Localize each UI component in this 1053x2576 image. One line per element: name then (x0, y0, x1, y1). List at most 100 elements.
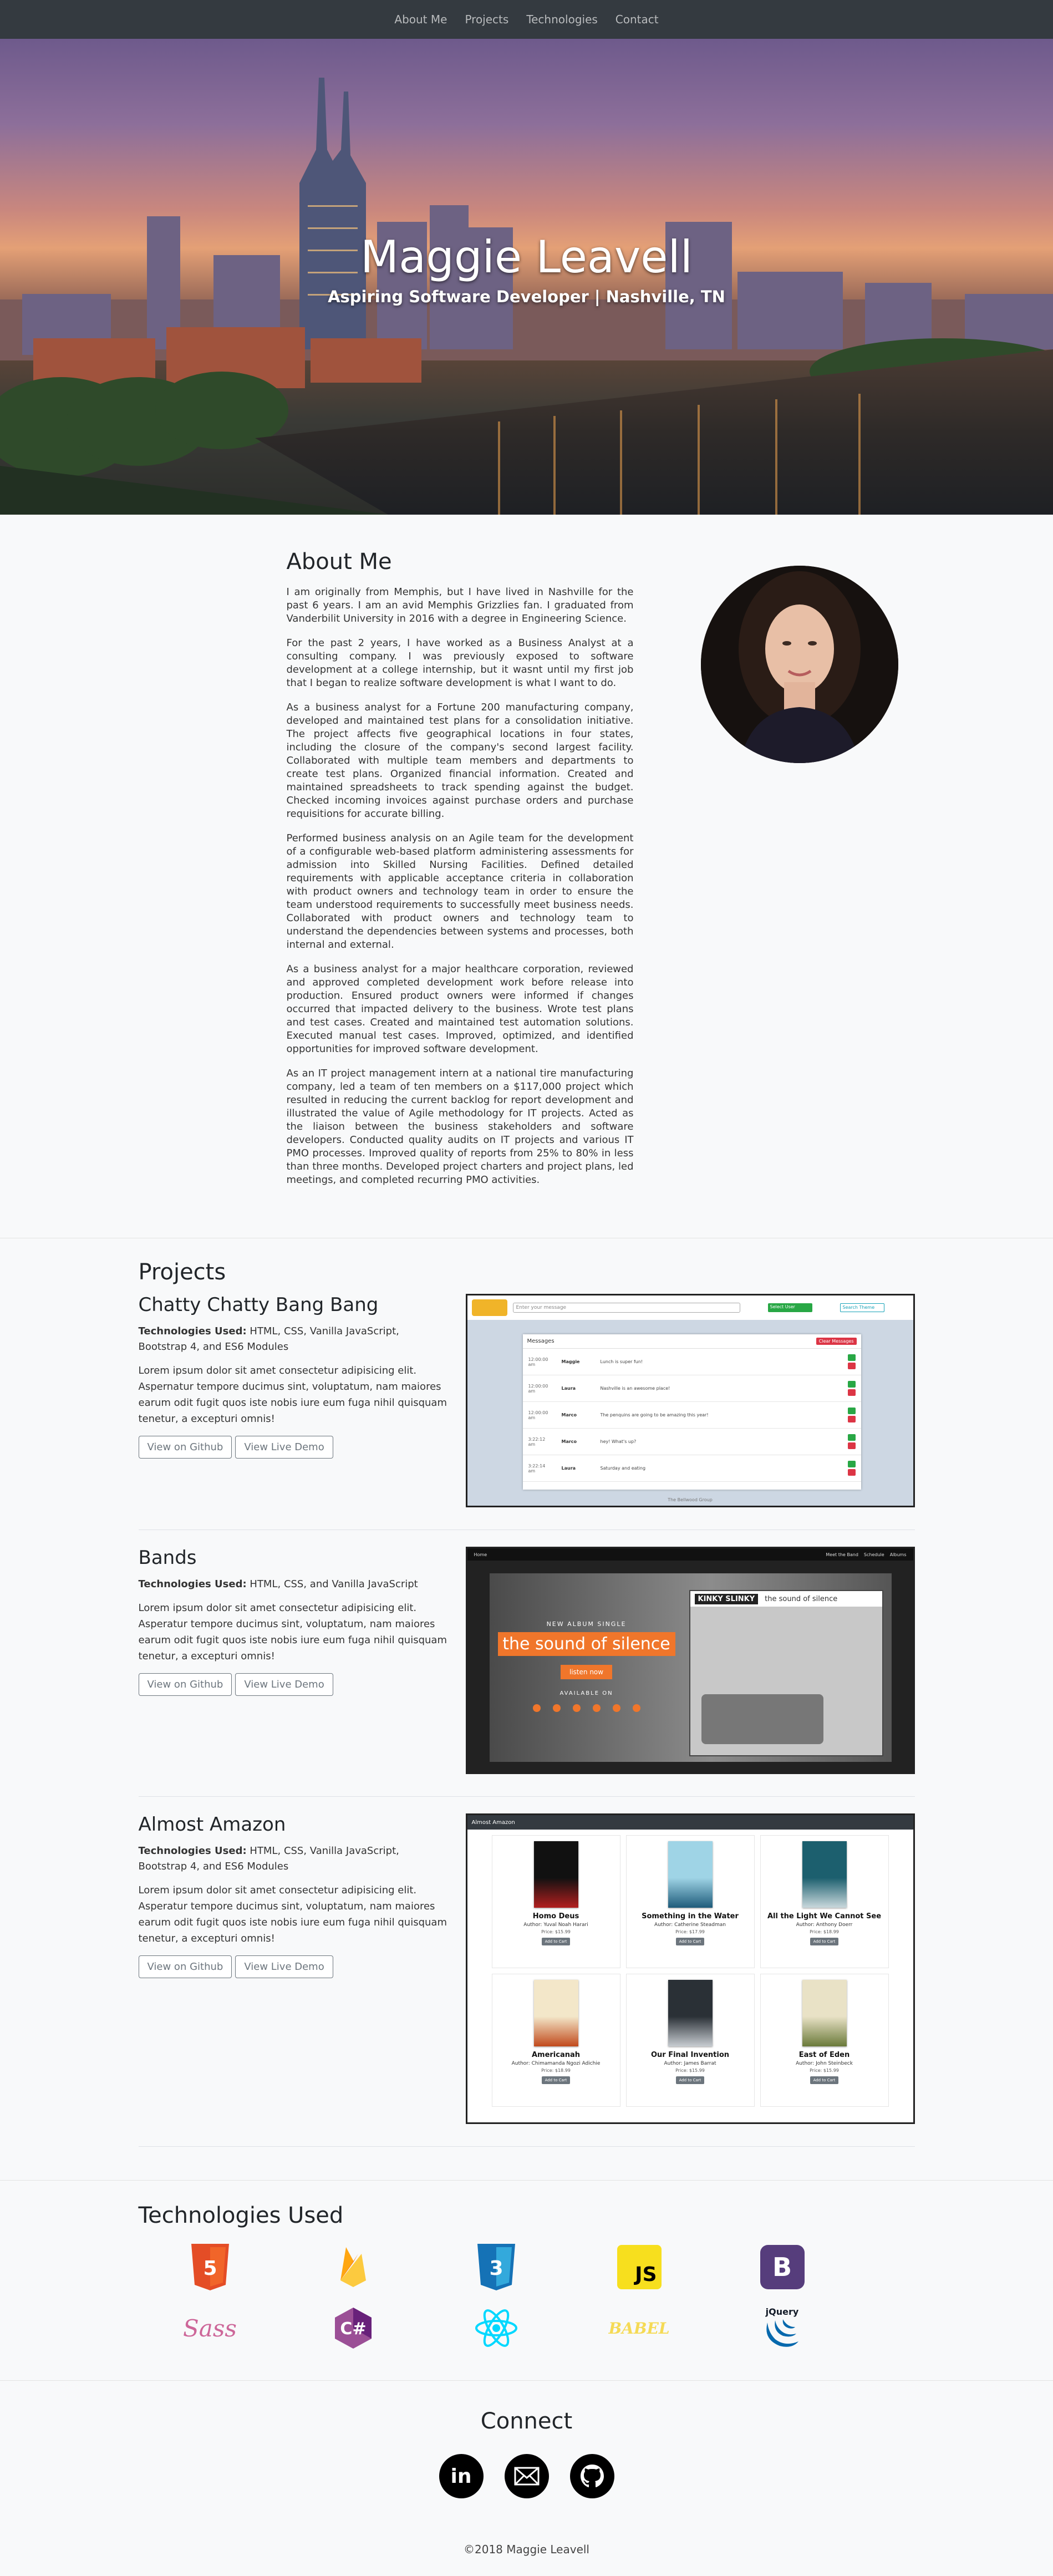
chat-actions (847, 1408, 856, 1422)
nav-link-about[interactable]: About Me (394, 13, 447, 26)
delete-message-icon (847, 1469, 856, 1476)
edit-message-icon (847, 1434, 856, 1441)
view-github-button[interactable]: View on Github (138, 1955, 232, 1978)
navbar: About Me Projects Technologies Contact (0, 0, 1053, 39)
technologies-heading: Technologies Used (138, 2203, 344, 2228)
nav-link-projects[interactable]: Projects (465, 13, 508, 26)
tech-label: Technologies Used: (138, 1325, 247, 1337)
music-service-icon (532, 1704, 541, 1712)
project-screenshot: Home Meet the Band Schedule Albums KINKY… (465, 1547, 915, 1774)
chat-text: Nashville is an awesome place! (600, 1386, 670, 1391)
chat-time: 12:00:00 am (528, 1383, 548, 1394)
tech-label: Technologies Used: (138, 1578, 247, 1590)
add-to-cart-button: Add to Cart (675, 1938, 705, 1945)
view-demo-button[interactable]: View Live Demo (235, 1673, 333, 1696)
hero-subtitle: Aspiring Software Developer | Nashville,… (328, 287, 725, 306)
edit-message-icon (847, 1461, 856, 1467)
about-paragraph: As a business analyst for a major health… (286, 963, 634, 1055)
search-theme-button: Search Theme (840, 1303, 884, 1312)
chat-text: The penquins are going to be amazing thi… (600, 1413, 709, 1417)
add-to-cart-button: Add to Cart (541, 2076, 571, 2084)
chat-user: Marco (561, 1413, 577, 1417)
book-card: Homo Deus Author: Yuval Noah Harari Price:… (491, 1835, 620, 1968)
about-paragraph: As an IT project management intern at a … (286, 1068, 634, 1186)
chat-text: Saturday and eating (600, 1466, 646, 1471)
view-github-button[interactable]: View on Github (138, 1436, 232, 1459)
linkedin-icon[interactable]: in (439, 2454, 484, 2498)
svg-text:5: 5 (203, 2257, 217, 2280)
project-description: Lorem ipsum dolor sit amet consectetur a… (138, 1884, 447, 1944)
book-author: Author: Catherine Steadman (654, 1922, 726, 1928)
book-title: All the Light We Cannot See (767, 1912, 882, 1920)
chat-actions (847, 1381, 856, 1396)
project-tech: Technologies Used: HTML, CSS, Vanilla Ja… (139, 1324, 449, 1355)
add-to-cart-button: Add to Cart (810, 1938, 839, 1945)
project-title: Chatty Chatty Bang Bang (138, 1294, 379, 1316)
band-name: KINKY SLINKY (694, 1593, 759, 1604)
delete-message-icon (847, 1442, 856, 1449)
view-github-button[interactable]: View on Github (138, 1673, 232, 1696)
book-author: Author: John Steinbeck (796, 2061, 853, 2066)
chat-user: Marco (561, 1439, 577, 1444)
book-card: All the Light We Cannot See Author: Antho… (760, 1835, 889, 1968)
chat-user: Laura (561, 1386, 576, 1391)
music-service-icon (552, 1704, 561, 1712)
github-icon[interactable] (569, 2454, 614, 2498)
book-price: Price: $15.99 (541, 1929, 571, 1934)
tech-label: Technologies Used: (138, 1845, 247, 1857)
listen-now-button: listen now (560, 1665, 613, 1679)
book-title: Our Final Invention (650, 2051, 730, 2059)
book-cover-image (802, 1841, 847, 1908)
firebase-icon (340, 2247, 366, 2287)
project-title: Bands (138, 1547, 197, 1569)
project-description: Lorem ipsum dolor sit amet consectetur a… (138, 1365, 447, 1425)
email-icon[interactable] (504, 2454, 549, 2498)
nav-link-technologies[interactable]: Technologies (526, 13, 597, 26)
chat-message-row: 12:00:00 am Laura Nashville is an awesome … (522, 1375, 861, 1402)
bands-nav-item: Albums (889, 1552, 907, 1557)
book-title: East of Eden (798, 2051, 850, 2059)
about-paragraph: For the past 2 years, I have worked as a… (286, 637, 634, 689)
project-screenshot: Almost Amazon Homo Deus Author: Yuval Noa… (465, 1813, 915, 2124)
delete-message-icon (847, 1416, 856, 1422)
about-paragraph: As a business analyst for a Fortune 200 … (286, 702, 634, 820)
available-on-label: AVAILABLE ON (559, 1690, 613, 1696)
view-demo-button[interactable]: View Live Demo (235, 1955, 333, 1978)
book-cover-image (533, 1980, 578, 2046)
book-card: Our Final Invention Author: James Barrat P… (625, 1974, 755, 2107)
babel-icon: BABEL (608, 2319, 670, 2338)
chat-actions (847, 1461, 856, 1476)
chat-time: 12:00:00 am (528, 1410, 548, 1420)
book-price: Price: $18.99 (810, 1929, 839, 1934)
nav-link-contact[interactable]: Contact (615, 13, 659, 26)
javascript-icon: JS (617, 2245, 662, 2289)
bands-nav-home: Home (474, 1552, 487, 1557)
logo-icon (471, 1299, 507, 1316)
svg-text:3: 3 (489, 2257, 503, 2280)
book-card: East of Eden Author: John Steinbeck Price:… (760, 1974, 889, 2107)
book-title: Americanah (531, 2051, 581, 2059)
technologies-section: Technologies Used 5 3 JS B Sass C# BABEL… (0, 2180, 1053, 2381)
jquery-icon (766, 2319, 798, 2347)
linkedin-label: in (450, 2465, 472, 2488)
chat-time: 12:00:00 am (528, 1356, 548, 1367)
project-card: Almost Amazon Technologies Used: HTML, C… (138, 1813, 915, 2147)
react-icon (475, 2309, 517, 2347)
book-card: Americanah Author: Chimamanda Ngozi Adich… (491, 1974, 620, 2107)
chat-message-row: 3:22:12 am Marco hey! What's up? (522, 1429, 861, 1455)
book-price: Price: $17.99 (675, 1929, 705, 1934)
chat-text: hey! What's up? (600, 1439, 637, 1444)
html5-icon: 5 (191, 2244, 229, 2290)
csharp-icon: C# (334, 2308, 372, 2349)
book-title: Homo Deus (532, 1912, 579, 1920)
envelope-icon (514, 2467, 539, 2486)
hero-title: Maggie Leavell (360, 231, 693, 283)
view-demo-button[interactable]: View Live Demo (235, 1436, 333, 1459)
music-service-icon (612, 1704, 620, 1712)
book-author: Author: Chimamanda Ngozi Adichie (511, 2061, 601, 2066)
delete-message-icon (847, 1363, 856, 1369)
delete-message-icon (847, 1389, 856, 1396)
album-title: the sound of silence (497, 1632, 675, 1656)
footer-copyright: ©2018 Maggie Leavell (464, 2543, 589, 2556)
about-paragraph: I am originally from Memphis, but I have… (286, 586, 634, 624)
